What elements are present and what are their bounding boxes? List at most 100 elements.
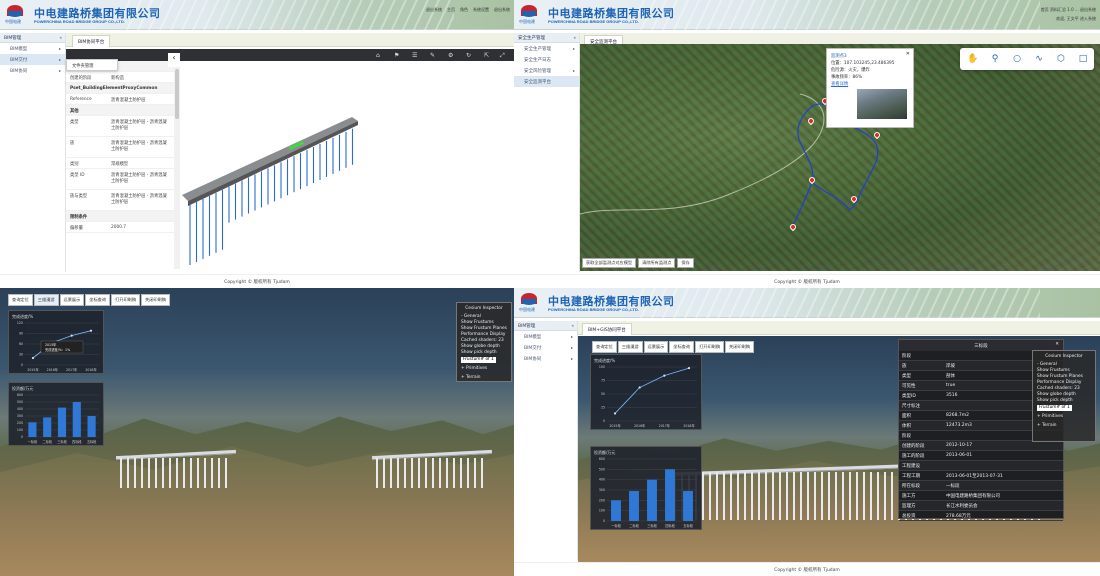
attribute-row: 施工的阶段 2013-06-01 bbox=[899, 451, 1063, 461]
property-key: Pset_BuildingElementProxyCommon bbox=[70, 86, 158, 91]
properties-scrollbar[interactable] bbox=[174, 61, 180, 269]
bar bbox=[43, 417, 52, 437]
fullscreen-icon[interactable]: ⤢ bbox=[500, 52, 505, 60]
chart-tooltip: 2015年完成进度/%：1% bbox=[40, 340, 84, 354]
sidebar-item-bim-collab[interactable]: BIM协同 ▸ bbox=[0, 65, 65, 76]
y-tick-label: 100 bbox=[599, 365, 605, 369]
square-icon[interactable]: □ bbox=[1076, 52, 1090, 66]
distant-view-button[interactable]: 远景展示 bbox=[643, 341, 669, 353]
distant-view-button[interactable]: 远景展示 bbox=[59, 294, 85, 306]
list-icon[interactable]: ☰ bbox=[412, 52, 417, 59]
attribute-row: 施工方 中国电建路桥集团有限公司 bbox=[899, 491, 1063, 501]
site-photo bbox=[857, 89, 907, 119]
route-icon[interactable]: ∿ bbox=[1032, 52, 1046, 66]
header-banner: 中国电建 中电建路桥集团有限公司 POWERCHINA ROAD BRIDGE … bbox=[514, 0, 1100, 30]
bridge-model[interactable] bbox=[182, 109, 382, 269]
locate-button[interactable]: 查询定位 bbox=[8, 294, 33, 306]
pin-icon[interactable]: ⚲ bbox=[988, 52, 1002, 66]
sidebar-item-safety-mgmt[interactable]: 安全生产管理 ▸ bbox=[514, 43, 579, 54]
frustum-select[interactable]: Frustum# of 1 bbox=[1037, 405, 1072, 411]
sidebar-header[interactable]: BIM管理 « bbox=[0, 33, 65, 43]
property-value: 2000.7 bbox=[111, 225, 127, 230]
folder-management-menu[interactable]: 文件夹管理 bbox=[66, 59, 118, 71]
sidebar-item-bim-model[interactable]: BIM模型 ▸ bbox=[514, 331, 577, 342]
flag-icon[interactable]: ⚑ bbox=[394, 52, 399, 59]
top-links[interactable]: 首页 资料汇总 1.0 ... 退出系统 bbox=[1041, 7, 1096, 13]
data-point bbox=[613, 412, 617, 415]
view-details-link[interactable]: 查看详情 bbox=[831, 81, 909, 88]
save-button[interactable]: 保存 bbox=[677, 258, 694, 268]
get-all-points-button[interactable]: 获取全部监测点对应模型 bbox=[582, 258, 637, 268]
property-row: 限制条件 bbox=[66, 211, 179, 222]
circle-icon[interactable]: ○ bbox=[1010, 52, 1024, 66]
coordinate-query-button[interactable]: 坐标查询 bbox=[669, 341, 695, 353]
y-tick-label: 75 bbox=[601, 379, 605, 383]
open-print-button[interactable]: 打开印刷稿 bbox=[111, 294, 141, 306]
collapse-panel-icon[interactable]: ‹ bbox=[168, 53, 180, 67]
bim-gis-window: 中国电建 中电建路桥集团有限公司 POWERCHINA ROAD BRIDGE … bbox=[514, 288, 1100, 576]
company-logo: 中国电建 bbox=[519, 4, 541, 26]
tab-bar: BIM+GIS协同平台 bbox=[578, 321, 1100, 335]
sidebar-header[interactable]: 安全生产管理 « bbox=[514, 33, 579, 43]
y-tick-label: 500 bbox=[599, 467, 605, 471]
svg-text:2015年: 2015年 bbox=[45, 342, 57, 347]
bar bbox=[28, 422, 37, 437]
attribute-key: 总投资 bbox=[902, 514, 916, 519]
safety-monitor-window: 中国电建 中电建路桥集团有限公司 POWERCHINA ROAD BRIDGE … bbox=[514, 0, 1100, 288]
hand-icon[interactable]: ✋ bbox=[966, 52, 980, 66]
model-viewer[interactable]: ⌂ ⚑ ☰ ✎ ⚙ ↻ ⇱ ⤢ 标识名创建的阶段新构造Pset_Building… bbox=[66, 49, 514, 272]
sidebar-item-bim-collab[interactable]: BIM协同 ▸ bbox=[514, 353, 577, 364]
wrench-icon[interactable]: ✎ bbox=[430, 52, 435, 59]
company-logo: 中国电建 bbox=[519, 292, 541, 314]
sidebar-item-bim-delivery[interactable]: BIM交付 ▸ bbox=[514, 342, 577, 353]
inspector-section[interactable]: + Primitives bbox=[1037, 414, 1091, 420]
property-value: 沥青混凝土防护层 bbox=[111, 98, 146, 103]
close-print-button[interactable]: 关闭印刷稿 bbox=[725, 341, 754, 353]
rotate-icon[interactable]: ↻ bbox=[466, 52, 471, 59]
info-rate: 事故频率：86% bbox=[831, 75, 863, 80]
sidebar-item-safety-log[interactable]: 安全生产日志 bbox=[514, 54, 579, 65]
attribute-row: 工程建设 bbox=[899, 461, 1063, 471]
frustum-select[interactable]: Frustum# of 1 bbox=[461, 357, 496, 363]
open-print-button[interactable]: 打开印刷稿 bbox=[695, 341, 725, 353]
tab-bim-gis[interactable]: BIM+GIS协同平台 bbox=[582, 323, 632, 335]
locate-button[interactable]: 查询定位 bbox=[592, 341, 617, 353]
inspector-title: Cesium Inspector bbox=[465, 306, 503, 311]
clear-points-button[interactable]: 清除所有监测点 bbox=[638, 258, 676, 268]
attribute-key: 族 bbox=[902, 364, 907, 369]
data-point bbox=[31, 356, 35, 360]
attribute-row: 监理方 长江水利委员会 bbox=[899, 501, 1063, 511]
attribute-row: 创建的阶段 2012-10-17 bbox=[899, 441, 1063, 451]
sidebar: 安全生产管理 « 安全生产管理 ▸ 安全生产日志 安全风险管理 ▸ 安全监测平台 bbox=[514, 33, 580, 272]
sidebar-header[interactable]: BIM管理 « bbox=[514, 321, 577, 331]
roam-button[interactable]: 三维漫游 bbox=[33, 294, 59, 306]
close-icon[interactable]: ✕ bbox=[906, 51, 910, 58]
inspector-section[interactable]: + Primitives bbox=[461, 366, 507, 372]
sidebar-item-bim-model[interactable]: BIM模型 ▸ bbox=[0, 43, 65, 54]
home-icon[interactable]: ⌂ bbox=[376, 52, 380, 59]
inspector-option[interactable]: Show pick depth bbox=[1037, 398, 1091, 404]
progress-chart: 完成进度/% 0 30 60 90 120 2015年 2016年 2017年 2018年 201… bbox=[8, 310, 104, 374]
sidebar: BIM管理 « BIM模型 ▸ BIM交付 ▸ BIM协同 ▸ bbox=[0, 33, 66, 272]
export-icon[interactable]: ⇱ bbox=[484, 52, 489, 59]
inspector-option[interactable]: Show pick depth bbox=[461, 350, 507, 356]
sidebar-item-bim-delivery[interactable]: BIM交付 ▸ bbox=[0, 54, 65, 65]
tab-bar: BIM协同平台 bbox=[66, 33, 514, 47]
attribute-value: 8268.7m2 bbox=[946, 413, 969, 418]
attribute-value: 2013-06-01至2013-07-31 bbox=[946, 474, 1003, 479]
gear-icon[interactable]: ⚙ bbox=[448, 52, 453, 59]
y-tick-label: 100 bbox=[599, 509, 605, 513]
polygon-icon[interactable]: ⬡ bbox=[1054, 52, 1068, 66]
inspector-section[interactable]: + Terrain bbox=[461, 375, 507, 381]
x-tick-label: 2017年 bbox=[659, 423, 671, 428]
sidebar-item-monitor-platform[interactable]: 安全监测平台 bbox=[514, 76, 579, 87]
coordinate-query-button[interactable]: 坐标查询 bbox=[85, 294, 111, 306]
close-print-button[interactable]: 关闭印刷稿 bbox=[141, 294, 170, 306]
top-links[interactable]: 退出系统 主页 角色 系统设置 退出系统 bbox=[421, 7, 510, 13]
close-icon[interactable]: ✕ bbox=[1055, 342, 1059, 347]
satellite-map[interactable]: ✋ ⚲ ○ ∿ ⬡ □ ✕ 监测点3 位置：107.103245,23.4863… bbox=[580, 44, 1100, 271]
inspector-section[interactable]: + Terrain bbox=[1037, 423, 1091, 429]
roam-button[interactable]: 三维漫游 bbox=[617, 341, 643, 353]
tab-bim-platform[interactable]: BIM协同平台 bbox=[72, 35, 111, 47]
sidebar-item-risk-mgmt[interactable]: 安全风险管理 ▸ bbox=[514, 65, 579, 76]
